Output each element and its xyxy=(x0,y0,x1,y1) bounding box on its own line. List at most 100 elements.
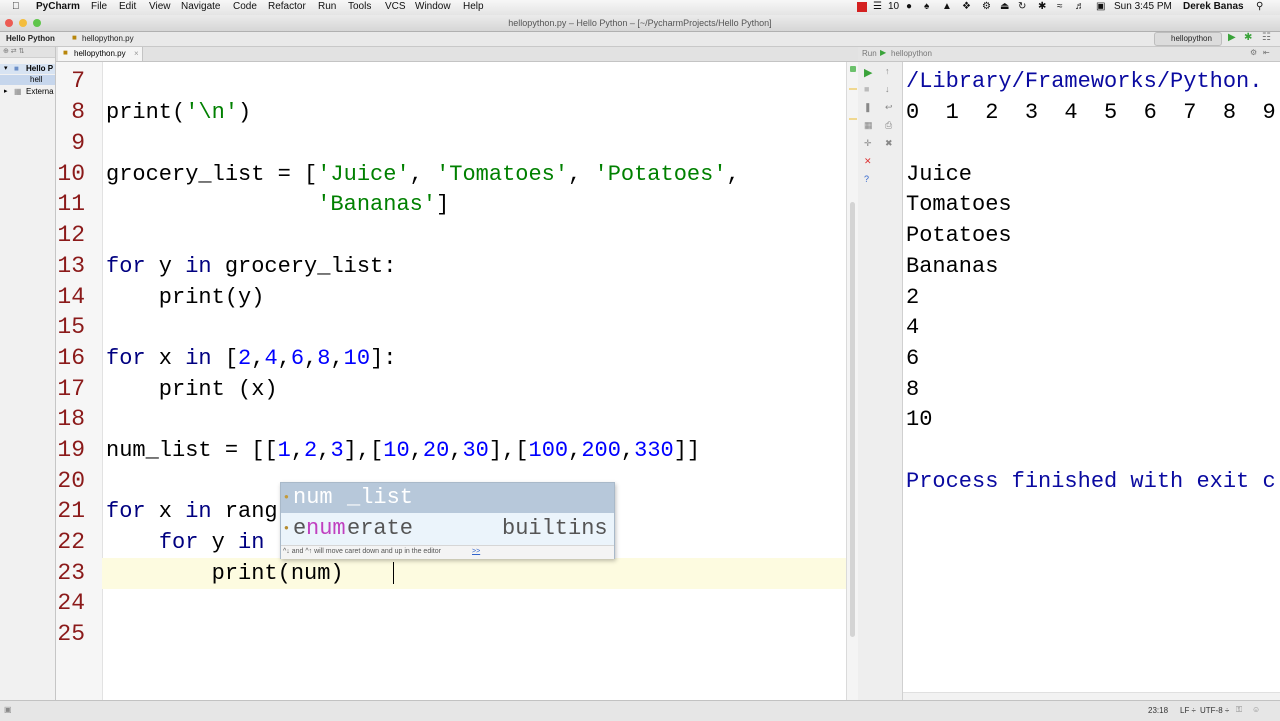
breadcrumb-project[interactable]: Hello Python xyxy=(6,34,55,43)
scroll-up-icon[interactable]: ↑ xyxy=(885,66,890,76)
menu-view[interactable]: View xyxy=(149,1,171,12)
code-number: 6 xyxy=(290,346,305,371)
input-icon[interactable]: ▣ xyxy=(1096,1,1105,12)
help-icon[interactable]: ? xyxy=(864,174,869,184)
menu-window[interactable]: Window xyxy=(415,1,451,12)
line-number: 11 xyxy=(57,191,85,217)
lock-icon[interactable]: ⚿ xyxy=(1236,705,1242,715)
chevron-down-icon[interactable]: ▾ xyxy=(4,64,8,72)
run-config-label: hellopython xyxy=(1171,34,1212,43)
breadcrumb-file[interactable]: hellopython.py xyxy=(82,34,134,43)
menu-refactor[interactable]: Refactor xyxy=(268,1,306,12)
project-tree-item[interactable]: ▸ ▦ Externa xyxy=(0,87,55,97)
settings-icon[interactable]: ☷ xyxy=(1262,32,1271,43)
menubar-clock[interactable]: Sun 3:45 PM xyxy=(1114,1,1172,12)
close-icon[interactable]: ✕ xyxy=(864,156,872,167)
code-editor[interactable]: 7 8 9 10 11 12 13 14 15 16 17 18 19 20 2… xyxy=(56,62,846,700)
console-hscrollbar[interactable] xyxy=(903,692,1280,700)
pin-icon[interactable]: ✛ xyxy=(864,138,872,149)
run-panel-config[interactable]: hellopython xyxy=(891,49,932,58)
run-config-select[interactable]: hellopython xyxy=(1154,32,1222,46)
dropbox-icon[interactable]: ❖ xyxy=(962,1,971,12)
code-line: print(y) xyxy=(106,285,265,310)
console-line: Potatoes xyxy=(906,223,1012,248)
volume-icon[interactable]: ♬ xyxy=(1075,1,1085,12)
scrollbar-thumb[interactable] xyxy=(850,202,855,637)
zoom-window-button[interactable] xyxy=(33,19,41,27)
code-line: for x in [2,4,6,8,10]: xyxy=(106,346,397,371)
inspection-ok-icon[interactable] xyxy=(850,66,856,72)
bell-icon[interactable]: ♠ xyxy=(924,1,929,12)
close-window-button[interactable] xyxy=(5,19,13,27)
menubar-user[interactable]: Derek Banas xyxy=(1183,1,1244,12)
minimize-window-button[interactable] xyxy=(19,19,27,27)
panel-hide-icon[interactable]: ⇤ xyxy=(1263,48,1270,57)
debug-icon[interactable]: ✱ xyxy=(1244,32,1252,43)
menu-app-name[interactable]: PyCharm xyxy=(36,1,80,12)
notification-icon[interactable]: ☰ xyxy=(873,1,882,12)
print-icon[interactable]: ⎙ xyxy=(885,120,892,131)
menu-vcs[interactable]: VCS xyxy=(385,1,406,12)
menu-navigate[interactable]: Navigate xyxy=(181,1,220,12)
wifi-icon[interactable]: ≈ xyxy=(1057,1,1063,12)
line-number: 24 xyxy=(57,590,85,616)
status-bar: ▣ 23:18 LF ÷ UTF-8 ÷ ⚿ ☺ xyxy=(0,700,1280,721)
restore-layout-icon[interactable]: ▦ xyxy=(864,120,873,131)
stop-icon[interactable]: ■ xyxy=(864,84,869,94)
python-file-icon: ■ xyxy=(72,33,77,42)
sync-icon[interactable]: ↻ xyxy=(1018,1,1026,12)
completion-item[interactable]: ● e num erate builtins xyxy=(281,514,614,544)
close-tab-icon[interactable]: × xyxy=(134,49,139,58)
completion-item-selected[interactable]: ● num _list xyxy=(281,483,614,513)
code-string: 'Bananas' xyxy=(317,192,437,217)
pause-icon[interactable]: ❚ xyxy=(864,102,872,113)
console-line: 2 xyxy=(906,285,920,310)
menu-tools[interactable]: Tools xyxy=(348,1,371,12)
code-number: 100 xyxy=(528,438,569,463)
eject-icon[interactable]: ⏏ xyxy=(1000,1,1009,12)
project-tree-item[interactable]: ▾ ■ Hello P xyxy=(0,64,55,74)
project-tree-item[interactable]: hell xyxy=(0,75,55,85)
line-separator[interactable]: LF ÷ xyxy=(1180,706,1196,715)
menubar-icon-1[interactable]: ● xyxy=(906,1,912,12)
menu-help[interactable]: Help xyxy=(463,1,484,12)
bluetooth-icon[interactable]: ✱ xyxy=(1038,1,1046,12)
completion-hint-link[interactable]: >> xyxy=(472,546,480,558)
scroll-marker[interactable] xyxy=(849,118,857,120)
drive-icon[interactable]: ▲ xyxy=(942,1,952,12)
toolwindow-toggle-icon[interactable]: ▣ xyxy=(4,705,12,714)
chevron-right-icon[interactable]: ▸ xyxy=(4,87,8,95)
code-line: print (x) xyxy=(106,377,278,402)
project-toolbar-icons[interactable]: ⊕ ⇄ ⇅ xyxy=(3,47,25,55)
timemachine-icon[interactable]: ⚙ xyxy=(982,1,991,12)
caret-position[interactable]: 23:18 xyxy=(1148,706,1168,715)
spotlight-icon[interactable]: ⚲ xyxy=(1256,1,1263,12)
window-titlebar: hellopython.py – Hello Python – [~/Pycha… xyxy=(0,15,1280,32)
menu-run[interactable]: Run xyxy=(318,1,336,12)
line-number: 19 xyxy=(57,437,85,463)
menu-code[interactable]: Code xyxy=(233,1,257,12)
menu-file[interactable]: File xyxy=(91,1,107,12)
soft-wrap-icon[interactable]: ↩ xyxy=(885,102,893,113)
menu-edit[interactable]: Edit xyxy=(119,1,136,12)
rerun-icon[interactable]: ▶ xyxy=(864,66,872,79)
console-line: 8 xyxy=(906,377,920,402)
editor-tab[interactable]: ■ hellopython.py × xyxy=(58,47,143,61)
console-line: Tomatoes xyxy=(906,192,1012,217)
code-number: 30 xyxy=(462,438,489,463)
panel-settings-icon[interactable]: ⚙ xyxy=(1250,48,1257,57)
scroll-marker[interactable] xyxy=(849,88,857,90)
run-console-output[interactable]: /Library/Frameworks/Python. 0 1 2 3 4 5 … xyxy=(903,62,1280,700)
record-icon[interactable] xyxy=(857,2,867,12)
scroll-down-icon[interactable]: ↓ xyxy=(885,84,890,94)
clear-icon[interactable]: ✖ xyxy=(885,138,893,149)
line-number: 10 xyxy=(57,161,85,187)
inspector-icon[interactable]: ☺ xyxy=(1252,705,1260,714)
code-line: print(num) xyxy=(106,561,344,586)
file-encoding[interactable]: UTF-8 ÷ xyxy=(1200,706,1229,715)
completion-match: num xyxy=(306,516,346,541)
apple-icon[interactable]:  xyxy=(12,1,20,12)
run-icon[interactable]: ▶ xyxy=(1228,32,1236,43)
